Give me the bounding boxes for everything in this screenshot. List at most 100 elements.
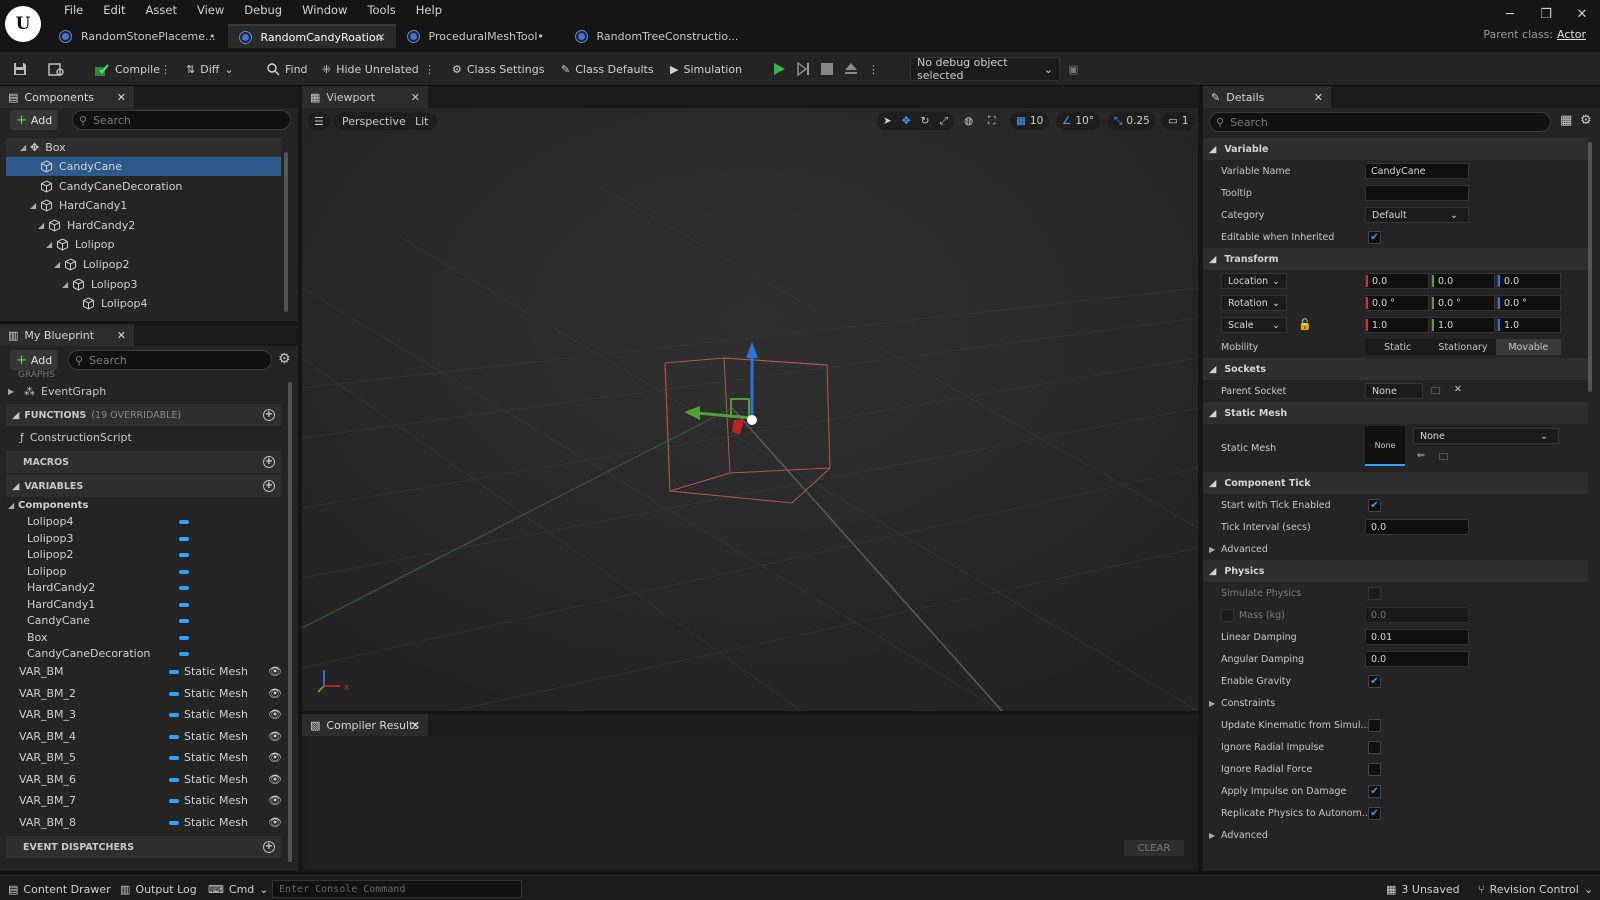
use-selected-icon[interactable]: ⇐ [1417,450,1425,461]
compile-button[interactable]: Compile [94,57,160,81]
close-icon[interactable]: ✕ [411,719,420,732]
eye-icon[interactable]: 👁 [268,749,282,766]
component-var-item[interactable]: CandyCaneDecoration [27,645,150,662]
update-kinematic-checkbox[interactable] [1368,718,1381,732]
browse-asset-icon[interactable]: 🗀 [1439,450,1449,466]
scrollbar[interactable] [288,382,292,862]
mass-override-checkbox[interactable] [1221,608,1234,622]
scrollbar[interactable] [1588,142,1592,392]
tooltip-input[interactable] [1365,185,1469,201]
camera-speed-button[interactable]: ▭ 1 [1162,112,1195,130]
component-var-item[interactable]: HardCandy2 [27,579,95,596]
variable-item[interactable]: VAR_BM_3 [19,706,76,723]
var-type[interactable]: Static Mesh [184,792,248,809]
diff-button[interactable]: ⇅ Diff ⌄ [186,57,234,81]
grid-snap-toggle[interactable]: ▦ 10 [1010,112,1050,130]
variables-section[interactable]: ◢ VARIABLES + [6,475,281,497]
clear-button[interactable]: CLEAR [1124,840,1184,856]
var-type[interactable]: Static Mesh [184,749,248,766]
details-search-input[interactable]: ⚲ Search [1209,112,1551,132]
component-var-item[interactable]: Lolipop3 [27,530,73,547]
close-icon[interactable]: ✕ [411,91,420,104]
macros-section[interactable]: MACROS + [6,451,281,473]
mobility-stationary[interactable]: Stationary [1430,339,1495,355]
advanced-row[interactable]: ▶ Advanced [1203,538,1583,560]
static-mesh-thumbnail[interactable]: None [1365,426,1405,466]
sockets-section[interactable]: ◢ Sockets [1203,358,1588,380]
tree-item-lolipop4[interactable]: Lolipop4 [6,294,281,313]
settings-gear-icon[interactable]: ⚙ [278,351,291,367]
functions-section[interactable]: ◢ FUNCTIONS (19 OVERRIDABLE) + [6,404,281,426]
linear-damping-input[interactable]: 0.01 [1365,629,1469,645]
save-icon[interactable] [12,57,28,81]
scale-snap-toggle[interactable]: ⤡ 0.25 [1108,112,1156,130]
parent-class-link[interactable]: Actor [1557,28,1586,41]
variable-item[interactable]: VAR_BM_6 [19,771,76,788]
close-icon[interactable]: ✕ [117,329,126,342]
parent-socket-value[interactable]: None [1365,383,1423,399]
mobility-static[interactable]: Static [1365,339,1430,355]
enable-gravity-checkbox[interactable]: ✔ [1368,674,1381,688]
components-group[interactable]: ◢ Components [8,497,88,514]
ignore-radial-impulse-checkbox[interactable] [1368,740,1381,754]
viewport-canvas[interactable]: x ☰ Perspective Lit ➤ ✥ ↻ ⤢ ◍ ⛶ ▦ 10 ∠ 1… [302,108,1198,711]
component-var-item[interactable]: Lolipop2 [27,546,73,563]
details-tab[interactable]: ✎ Details ✕ [1203,86,1331,108]
more-options-icon[interactable]: ⋮ [424,57,435,81]
world-local-icon[interactable]: ◍ [964,112,973,130]
scale-z-input[interactable]: 1.0 [1497,317,1561,333]
tab-random-candy[interactable]: RandomCandyRoation ✕ [227,24,396,48]
editable-inherited-checkbox[interactable]: ✔ [1368,230,1381,244]
rotation-y-input[interactable]: 0.0 ° [1431,295,1495,311]
my-blueprint-tab[interactable]: ▥ My Blueprint ✕ [0,324,134,346]
clear-icon[interactable]: ✕ [1454,384,1462,395]
expand-arrow-icon[interactable]: ◢ [46,240,56,249]
constraints-row[interactable]: ▶ Constraints [1203,692,1583,714]
physics-section[interactable]: ◢ Physics [1203,560,1588,582]
tree-item-lolipop[interactable]: ◢ Lolipop [6,235,281,254]
rotation-x-input[interactable]: 0.0 ° [1365,295,1429,311]
component-var-item[interactable]: HardCandy1 [27,596,95,613]
class-settings-button[interactable]: ⚙ Class Settings [452,57,544,81]
category-dropdown[interactable]: Default ⌄ [1365,207,1469,223]
event-graph-item[interactable]: ▶ ⁂ EventGraph [8,382,106,400]
menu-edit[interactable]: Edit [93,2,135,18]
var-type[interactable]: Static Mesh [184,728,248,745]
event-dispatchers-section[interactable]: EVENT DISPATCHERS + [6,836,281,858]
tab-random-stone[interactable]: RandomStonePlaceme... • [48,24,228,48]
simulate-physics-checkbox[interactable] [1368,586,1381,600]
menu-file[interactable]: File [54,2,93,18]
compile-options-icon[interactable]: ⋮ [160,57,171,81]
variable-item[interactable]: VAR_BM_4 [19,728,76,745]
select-icon[interactable]: ➤ [883,115,892,127]
eye-icon[interactable]: 👁 [268,771,282,788]
viewport-menu-icon[interactable]: ☰ [308,112,330,130]
console-command-input[interactable]: Enter Console Command [272,880,522,898]
tick-interval-input[interactable]: 0.0 [1365,519,1469,535]
unsaved-button[interactable]: ▦ 3 Unsaved [1386,880,1460,898]
var-type[interactable]: Static Mesh [184,685,248,702]
angular-damping-input[interactable]: 0.0 [1365,651,1469,667]
component-var-item[interactable]: CandyCane [27,612,90,629]
find-button[interactable]: Find [266,57,308,81]
tree-item-lolipop3[interactable]: ◢ Lolipop3 [6,275,281,294]
menu-window[interactable]: Window [292,2,357,18]
advanced-physics-row[interactable]: ▶ Advanced [1203,824,1583,846]
add-dispatcher-icon[interactable]: + [263,841,275,853]
component-var-item[interactable]: Lolipop4 [27,513,73,530]
var-type[interactable]: Static Mesh [184,663,248,680]
expand-arrow-icon[interactable]: ▶ [8,387,18,396]
replicate-physics-checkbox[interactable]: ✔ [1368,806,1381,820]
close-icon[interactable]: ✕ [117,91,126,104]
hide-unrelated-button[interactable]: ⁜ Hide Unrelated [322,57,419,81]
debug-object-select[interactable]: No debug object selected ⌄ [910,56,1060,82]
ignore-radial-force-checkbox[interactable] [1368,762,1381,776]
tab-procedural-mesh[interactable]: ProceduralMeshTool• [396,24,564,48]
component-var-item[interactable]: Box [27,629,47,646]
variable-item[interactable]: VAR_BM [19,663,64,680]
var-type[interactable]: Static Mesh [184,771,248,788]
menu-tools[interactable]: Tools [357,2,405,18]
move-icon[interactable]: ✥ [902,115,911,127]
location-x-input[interactable]: 0.0 [1365,273,1429,289]
eye-icon[interactable]: 👁 [268,685,282,702]
